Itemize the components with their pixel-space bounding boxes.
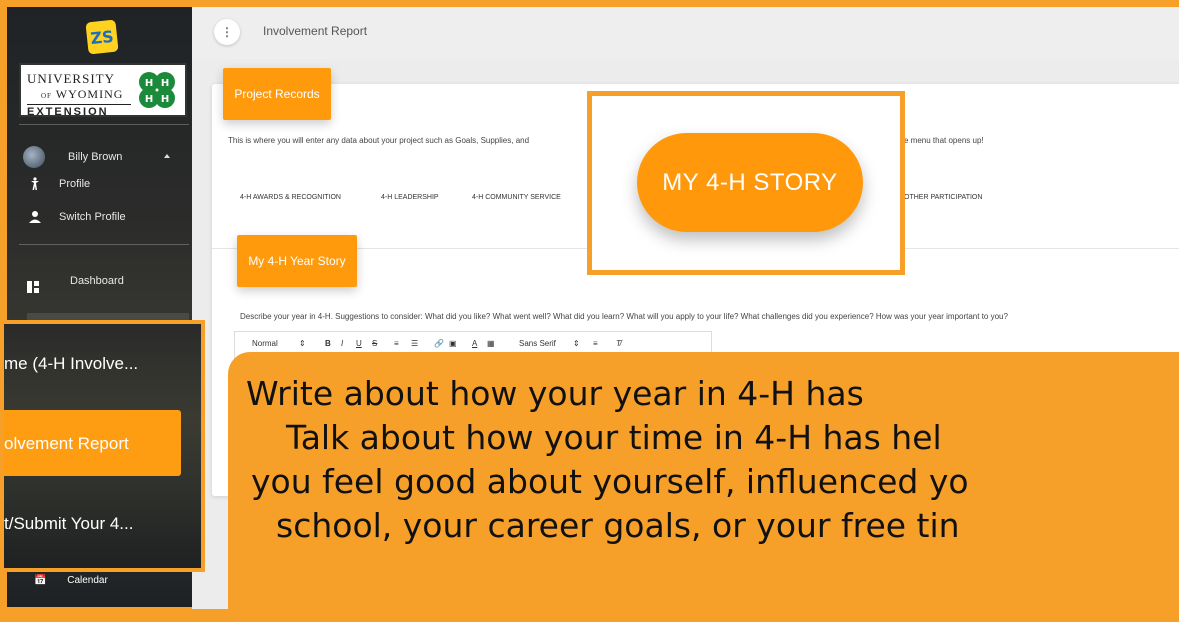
underline-button[interactable]: U <box>356 339 362 348</box>
sidebar-divider <box>19 244 189 245</box>
project-records-description-end: e menu that opens up! <box>904 136 984 145</box>
user-name: Billy Brown <box>68 151 123 163</box>
background-color-icon[interactable]: ▦ <box>487 339 495 348</box>
italic-button[interactable]: I <box>341 339 343 348</box>
align-icon[interactable]: ≡ <box>593 339 598 348</box>
sidebar-item-switch-profile[interactable]: Switch Profile <box>7 204 192 230</box>
page-title: Involvement Report <box>263 24 368 38</box>
text-color-icon[interactable]: A <box>472 339 477 348</box>
story-button-highlight: MY 4-H STORY <box>587 91 905 275</box>
calendar-icon: 📅 <box>34 575 47 586</box>
tab-awards-recognition[interactable]: 4-H AWARDS & RECOGNITION <box>240 194 341 201</box>
uw-logo-line2: WYOMING <box>55 87 124 101</box>
uw-logo-of: OF <box>41 92 52 100</box>
image-icon[interactable]: ▣ <box>449 339 457 348</box>
callout-line: school, your career goals, or your free … <box>276 506 960 545</box>
top-bar: ⋮ Involvement Report <box>192 7 1179 59</box>
sidebar-item-label: Switch Profile <box>59 211 126 223</box>
tab-leadership[interactable]: 4-H LEADERSHIP <box>381 194 439 201</box>
vertical-dots-icon[interactable]: ⋮ <box>214 19 240 45</box>
uw-logo-line1: UNIVERSITY <box>27 71 115 86</box>
svg-text:H: H <box>161 94 169 105</box>
bullet-list-icon[interactable]: ☰ <box>411 339 418 348</box>
font-select[interactable]: Sans Serif <box>519 339 556 348</box>
zs-logo-text: ZS <box>89 26 115 48</box>
sidebar-divider <box>19 124 189 125</box>
person-icon <box>27 209 43 225</box>
format-select[interactable]: Normal <box>252 339 278 348</box>
callout-line: Write about how your year in 4-H has <box>246 374 864 413</box>
my-4h-story-button[interactable]: MY 4-H STORY <box>637 133 863 232</box>
ordered-list-icon[interactable]: ≡ <box>394 339 399 348</box>
chevron-updown-icon[interactable]: ⇕ <box>573 339 580 348</box>
project-records-header: Project Records <box>223 68 331 120</box>
sidebar-item-dashboard[interactable]: Dashboard <box>7 268 192 294</box>
menu-item-submit[interactable]: t/Submit Your 4... <box>4 514 133 534</box>
caret-up-icon[interactable] <box>164 154 170 158</box>
year-story-prompt: Describe your year in 4-H. Suggestions t… <box>240 312 1008 321</box>
project-records-description: This is where you will enter any data ab… <box>228 136 530 145</box>
person-walking-icon <box>27 176 43 192</box>
chevron-updown-icon[interactable]: ⇕ <box>299 339 306 348</box>
link-icon[interactable]: 🔗 <box>434 339 444 348</box>
year-story-header: My 4-H Year Story <box>237 235 357 287</box>
callout-line: Talk about how your time in 4-H has hel <box>286 418 942 457</box>
sidebar-item-label: Dashboard <box>70 275 124 287</box>
zs-logo[interactable]: ZS <box>85 19 119 55</box>
svg-text:H: H <box>145 78 153 89</box>
zoomed-menu-overlay: me (4-H Involve... olvement Report t/Sub… <box>0 320 205 572</box>
uw-logo-line3: EXTENSION <box>27 104 131 118</box>
sidebar-item-profile[interactable]: Profile <box>7 171 192 197</box>
strike-button[interactable]: S <box>372 339 377 348</box>
university-wyoming-extension-logo: UNIVERSITY OF WYOMING EXTENSION H H H H <box>19 63 187 118</box>
sidebar-item-label: Profile <box>59 178 91 190</box>
bold-button[interactable]: B <box>325 339 331 348</box>
tab-other-participation[interactable]: OTHER PARTICIPATION <box>904 194 982 201</box>
menu-item-involvement-home[interactable]: me (4-H Involve... <box>4 354 138 374</box>
sidebar-item-calendar[interactable]: 📅 Calendar <box>34 575 108 586</box>
clear-format-icon[interactable]: T̸ <box>616 339 621 348</box>
svg-text:H: H <box>145 94 153 105</box>
sidebar-item-label: Calendar <box>67 575 108 586</box>
menu-item-involvement-report[interactable]: olvement Report <box>4 434 129 454</box>
tab-community-service[interactable]: 4-H COMMUNITY SERVICE <box>472 194 561 201</box>
callout-line: you feel good about yourself, influenced… <box>251 462 969 501</box>
svg-text:H: H <box>161 78 169 89</box>
4h-clover-icon: H H H H <box>135 68 179 112</box>
